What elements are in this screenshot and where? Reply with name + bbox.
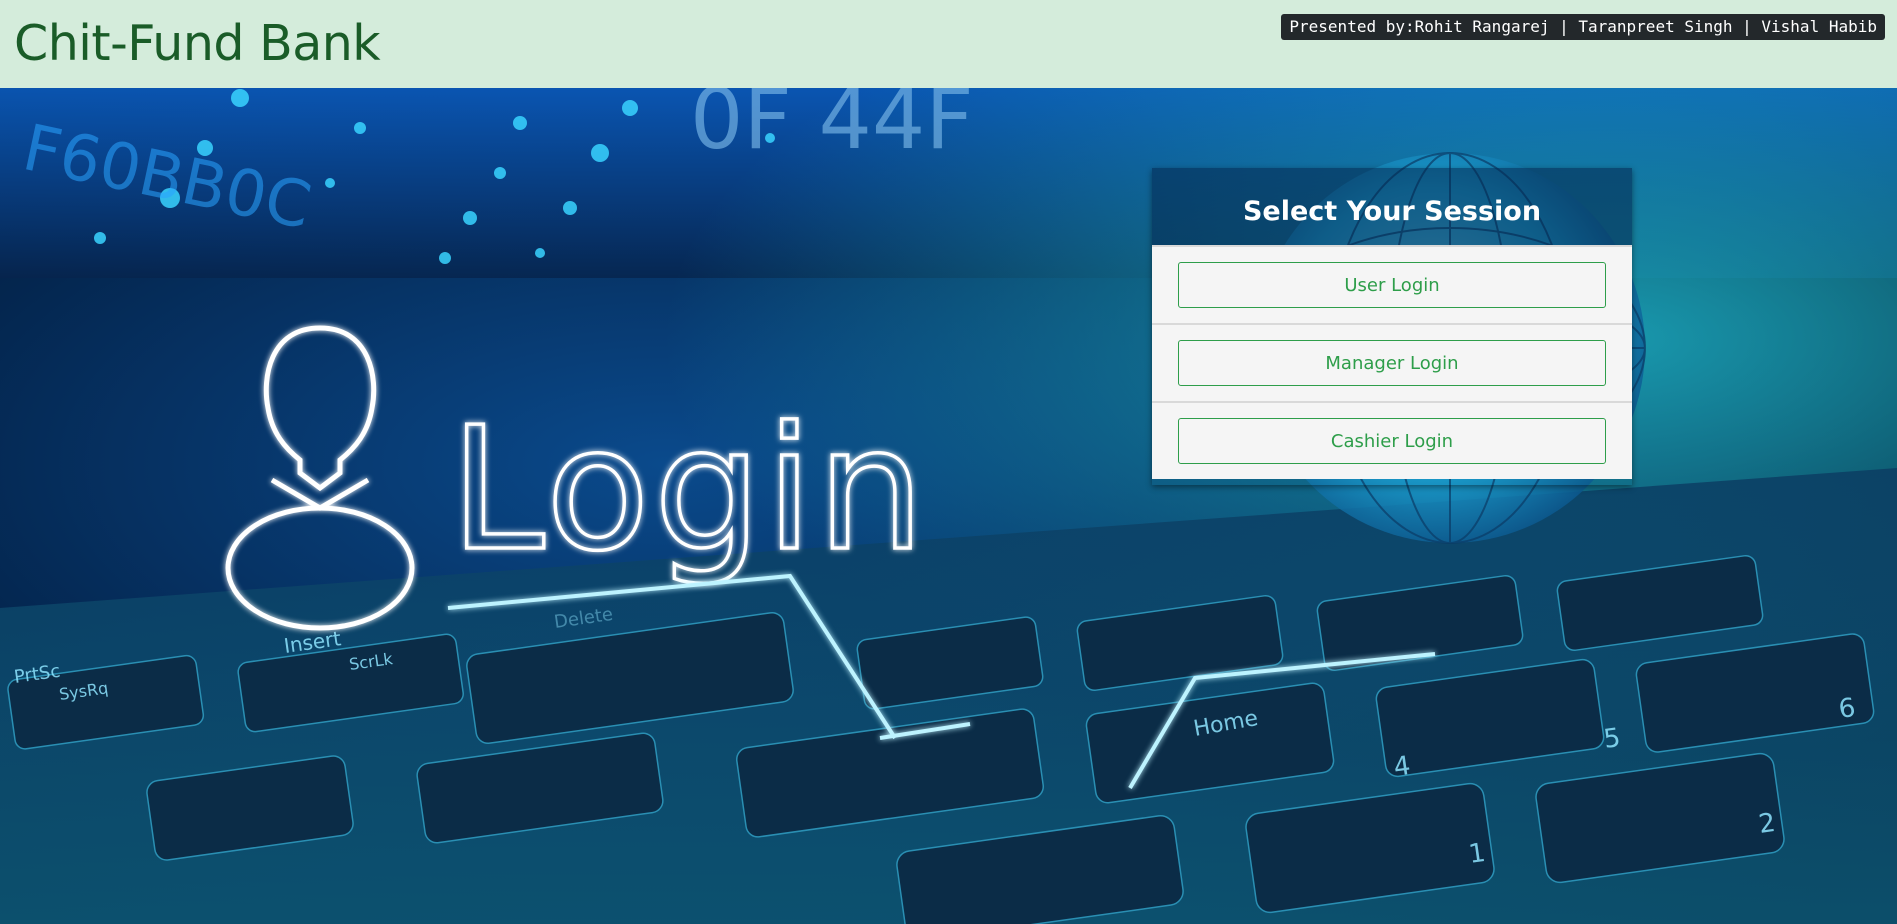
top-header-bar: Chit-Fund Bank Presented by:Rohit Rangar… (0, 0, 1897, 88)
brand-title: Chit-Fund Bank (14, 15, 381, 72)
session-row-manager: Manager Login (1152, 323, 1632, 401)
hex-text-2: 0F 44F (690, 88, 974, 168)
session-row-cashier: Cashier Login (1152, 401, 1632, 479)
session-row-user: User Login (1152, 245, 1632, 323)
session-selection-panel: Select Your Session User Login Manager L… (1152, 168, 1632, 485)
user-login-button[interactable]: User Login (1178, 262, 1606, 308)
login-neon-text: Login (450, 391, 929, 589)
manager-login-button[interactable]: Manager Login (1178, 340, 1606, 386)
presenters-badge: Presented by:Rohit Rangarej | Taranpreet… (1281, 14, 1885, 40)
cashier-login-button[interactable]: Cashier Login (1178, 418, 1606, 464)
session-panel-header: Select Your Session (1152, 168, 1632, 245)
session-title: Select Your Session (1242, 196, 1542, 227)
